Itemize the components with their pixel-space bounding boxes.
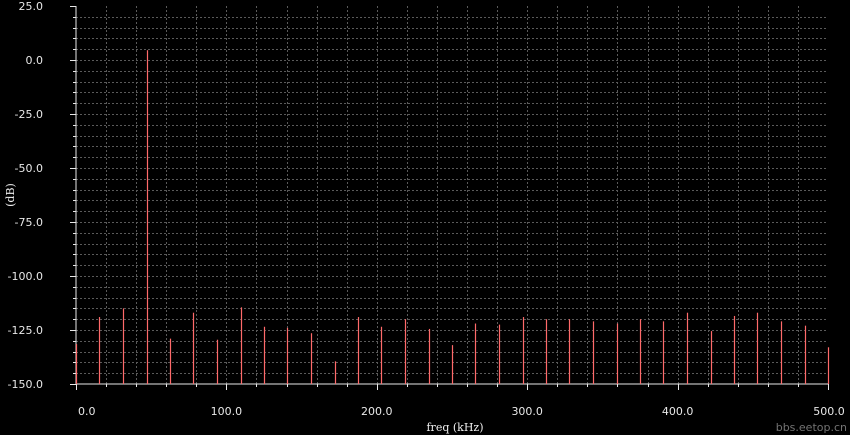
ticks: 0.0 100.0 200.0 300.0 400.0 500.0 25.0 0.0 -25.0… [8, 0, 845, 418]
grid [76, 6, 828, 384]
y-tick-label: -50.0 [15, 162, 43, 175]
x-axis-label: freq (kHz) [426, 421, 483, 434]
bars [75, 50, 830, 384]
y-tick-label: 25.0 [19, 0, 44, 13]
x-tick-label: 200.0 [361, 405, 393, 418]
spectrum-chart: 0.0 100.0 200.0 300.0 400.0 500.0 25.0 0.0 -25.0… [4, 0, 847, 434]
x-tick-label: 100.0 [211, 405, 243, 418]
y-tick-label: -125.0 [8, 324, 43, 337]
watermark: bbs.eetop.cn [776, 421, 847, 434]
y-tick-label: -75.0 [15, 216, 43, 229]
x-tick-label: 500.0 [813, 405, 845, 418]
y-tick-label: -150.0 [8, 378, 43, 391]
axes [75, 6, 828, 385]
y-tick-label: -100.0 [8, 270, 43, 283]
y-tick-label: -25.0 [15, 108, 43, 121]
x-tick-label: 0.0 [78, 405, 96, 418]
y-tick-label: 0.0 [26, 54, 44, 67]
x-tick-label: 400.0 [662, 405, 694, 418]
x-tick-label: 300.0 [511, 405, 543, 418]
y-axis-label: (dB) [4, 183, 17, 207]
